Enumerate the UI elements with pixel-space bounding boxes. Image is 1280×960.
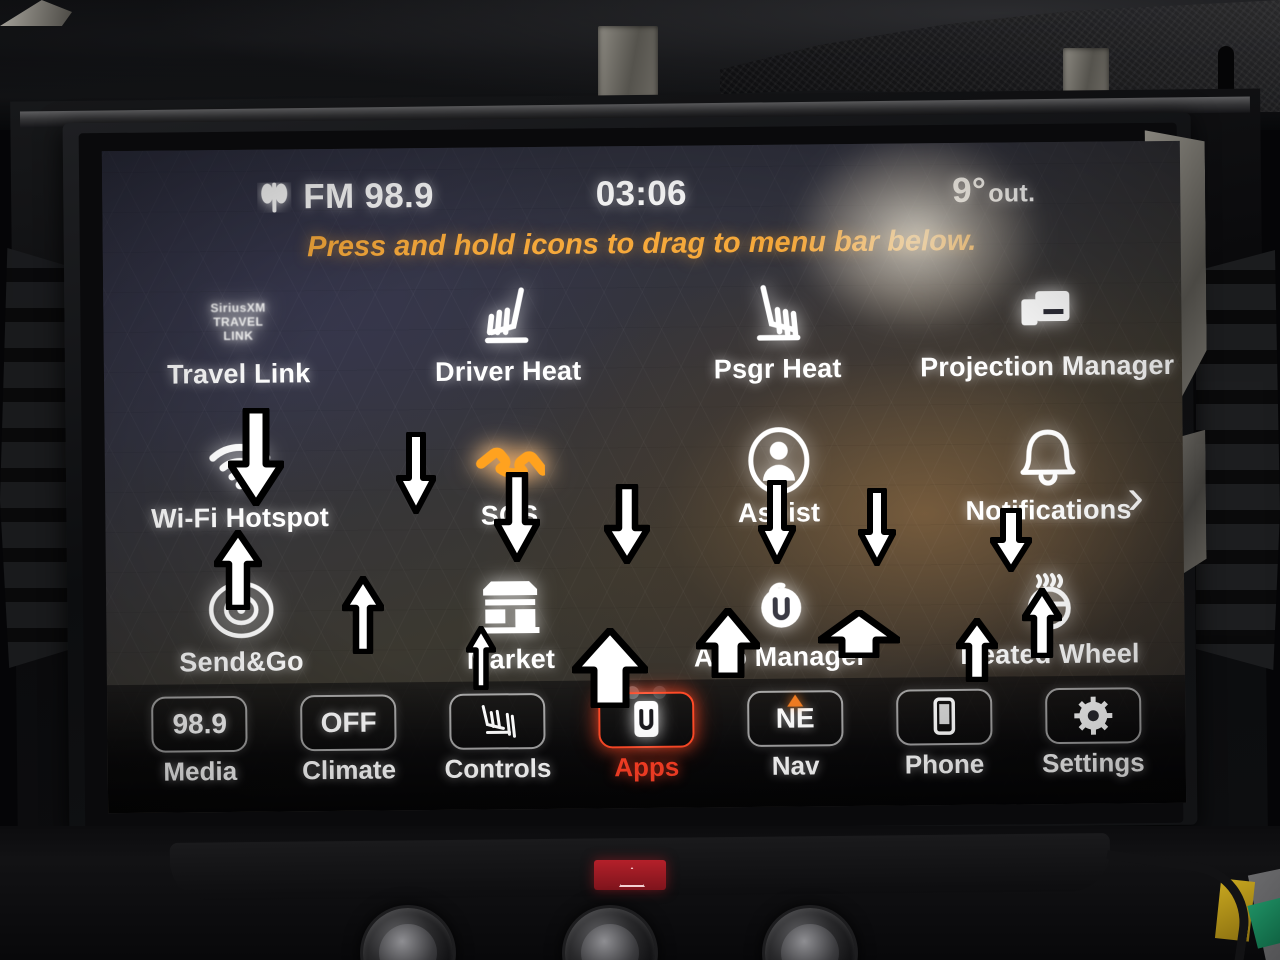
climate-state: OFF: [320, 706, 377, 739]
nav-heading: NE: [775, 702, 815, 734]
annotation-arrow-up-4: [572, 628, 648, 708]
menu-label: Phone: [904, 748, 985, 780]
annotation-arrow-up-2: [342, 576, 384, 654]
menu-button-media[interactable]: 98.9 Media: [125, 695, 275, 788]
app-tile-projection-manager[interactable]: Projection Manager: [912, 269, 1183, 416]
annotation-arrow-down-3: [494, 472, 540, 562]
app-label: Driver Heat: [434, 355, 582, 387]
hazard-triangle-icon: [619, 867, 641, 883]
xm-logo-line-3: LINK: [223, 328, 254, 344]
menu-label: Controls: [444, 752, 552, 784]
nav-tile: NE: [746, 690, 844, 748]
annotation-arrow-up-6: [956, 618, 998, 682]
climate-tile: OFF: [300, 694, 397, 752]
bell-icon: [1015, 420, 1082, 497]
app-tile-travel-link[interactable]: SiriusXM TRAVEL LINK Travel Link: [103, 277, 374, 424]
menu-button-nav[interactable]: NE Nav: [720, 690, 870, 782]
menu-label: Nav: [771, 750, 820, 781]
menu-button-settings[interactable]: Settings: [1018, 687, 1168, 779]
heated-seat-icon: [743, 278, 812, 355]
app-tile-psgr-heat[interactable]: Psgr Heat: [642, 271, 913, 418]
projection-manager-icon: [1013, 276, 1080, 353]
temperature-value: 9°: [951, 170, 987, 211]
hazard-warning-button[interactable]: [594, 860, 666, 890]
app-label: Psgr Heat: [713, 353, 842, 385]
annotation-arrow-up-3: [466, 626, 496, 690]
menu-label: Settings: [1041, 747, 1145, 779]
annotation-arrow-up-5: [696, 608, 760, 678]
annotation-arrow-up-wide: [818, 610, 900, 658]
menu-label: Media: [163, 755, 238, 787]
menu-button-controls[interactable]: Controls: [423, 692, 573, 785]
xm-logo-line-2: TRAVEL: [213, 314, 264, 330]
photo-of-car-infotainment-screen: FM 98.9 03:06 9° out. Press and hold ico…: [0, 0, 1280, 960]
annotation-arrow-down-7: [990, 508, 1032, 572]
app-label: Wi-Fi Hotspot: [151, 502, 330, 534]
annotation-arrow-up-1: [214, 530, 262, 610]
settings-tile: [1044, 687, 1142, 745]
phone-tile: [895, 688, 993, 746]
next-page-chevron-icon[interactable]: ›: [1127, 468, 1162, 525]
temperature-suffix: out.: [988, 179, 1036, 208]
media-frequency: 98.9: [172, 708, 228, 740]
siriusxm-travel-link-icon: SiriusXM TRAVEL LINK: [210, 284, 266, 361]
menu-label: Climate: [301, 754, 397, 786]
controls-tile: [449, 692, 546, 750]
outside-temperature: 9° out.: [952, 170, 1035, 211]
status-bar: FM 98.9 03:06 9° out.: [102, 163, 1180, 225]
menu-label: Apps: [614, 751, 680, 783]
annotation-arrow-up-7: [1022, 588, 1062, 658]
gear-icon: [1073, 696, 1112, 735]
media-tile: 98.9: [151, 695, 249, 753]
annotation-arrow-down-2: [396, 432, 436, 514]
xm-logo-line-1: SiriusXM: [210, 300, 266, 315]
app-tile-driver-heat[interactable]: Driver Heat: [373, 274, 644, 421]
annotation-arrow-down-1: [228, 408, 284, 506]
menu-button-climate[interactable]: OFF Climate: [274, 694, 424, 786]
annotation-arrow-down-5: [758, 480, 796, 564]
annotation-arrow-down-6: [858, 488, 896, 566]
app-label: Travel Link: [166, 358, 311, 390]
dashboard-vent-right: [1196, 250, 1280, 670]
seat-controls-icon: [481, 705, 517, 738]
annotation-arrow-down-4: [604, 484, 650, 564]
smartphone-icon: [933, 697, 955, 735]
app-grid-row: SiriusXM TRAVEL LINK Travel Link Driver …: [103, 269, 1182, 423]
compass-triangle-icon: [786, 694, 804, 707]
app-label: Projection Manager: [919, 349, 1175, 383]
menu-button-phone[interactable]: Phone: [869, 688, 1019, 780]
app-label: Send&Go: [179, 646, 304, 678]
drag-instruction-text: Press and hold icons to drag to menu bar…: [307, 224, 977, 264]
heated-seat-icon: [473, 281, 542, 358]
